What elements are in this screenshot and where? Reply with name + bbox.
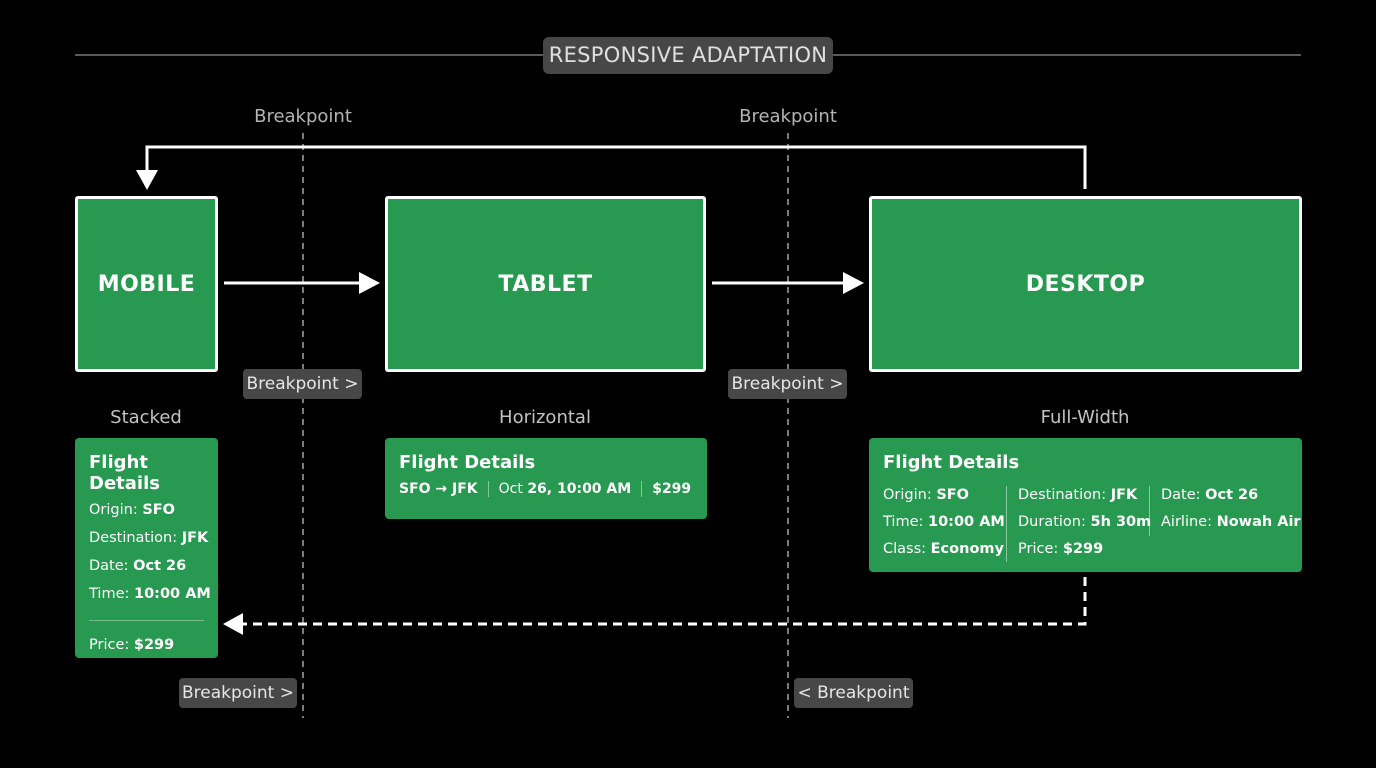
column-divider	[1006, 486, 1007, 562]
breakpoint-pill-bottom-right: < Breakpoint	[794, 678, 913, 708]
row-destination: Destination: JFK	[1018, 487, 1138, 503]
route: SFO → JFK	[399, 481, 478, 497]
desktop-col-1: Origin: SFO Time: 10:00 AM Class: Econom…	[883, 482, 1005, 563]
arrowhead-desktop	[843, 272, 864, 294]
tablet-box: TABLET	[385, 196, 706, 372]
row-class: Class: Economy	[883, 541, 1004, 557]
row-origin: Origin: SFO	[883, 487, 970, 503]
row-destination: Destination: JFK	[89, 530, 209, 546]
arrowhead-mobile-top	[136, 170, 158, 190]
row-date: Date: Oct 26	[89, 558, 187, 574]
row-price: Price: $299	[89, 637, 175, 653]
breakpoint-pill-bottom-left: Breakpoint >	[179, 678, 297, 708]
breakpoint-label-top-left: Breakpoint	[254, 106, 352, 127]
arrowhead-tablet	[359, 272, 380, 294]
arrowhead-mobile-card	[223, 613, 243, 635]
separator	[487, 481, 489, 497]
return-path-bottom	[242, 577, 1087, 626]
desktop-col-3: Date: Oct 26 Airline: Nowah Air	[1161, 482, 1301, 536]
card-title: Flight Details	[399, 452, 536, 473]
card-title: Flight Details	[883, 452, 1020, 473]
breakpoint-pill-mid-right: Breakpoint >	[728, 369, 847, 399]
price: $299	[652, 481, 692, 497]
diagram-title: RESPONSIVE ADAPTATION	[543, 37, 833, 74]
breakpoint-label-top-right: Breakpoint	[739, 106, 837, 127]
tablet-summary-row: SFO → JFK Oct 26, 10:00 AM $299	[399, 475, 707, 503]
layout-caption-desktop: Full-Width	[1040, 407, 1130, 428]
mobile-box: MOBILE	[75, 196, 218, 372]
desktop-flight-card: Flight Details Origin: SFO Time: 10:00 A…	[869, 438, 1302, 572]
desktop-box: DESKTOP	[869, 196, 1302, 372]
layout-caption-mobile: Stacked	[110, 407, 182, 428]
row-origin: Origin: SFO	[89, 502, 176, 518]
breakpoint-pill-mid-left: Breakpoint >	[243, 369, 362, 399]
return-path-top	[145, 145, 1087, 189]
separator	[641, 481, 643, 497]
tablet-flight-card: Flight Details SFO → JFK Oct 26, 10:00 AM…	[385, 438, 707, 519]
row-duration: Duration: 5h 30m	[1018, 514, 1152, 530]
card-title: Flight Details	[89, 452, 160, 494]
row-airline: Airline: Nowah Air	[1161, 514, 1301, 530]
card-divider	[89, 620, 204, 621]
row-date: Date: Oct 26	[1161, 487, 1259, 503]
row-price: Price: $299	[1018, 541, 1104, 557]
column-divider	[1149, 486, 1150, 536]
row-time: Time: 10:00 AM	[89, 586, 211, 602]
row-time: Time: 10:00 AM	[883, 514, 1005, 530]
mobile-flight-card: Flight Details Origin: SFO Destination: …	[75, 438, 218, 658]
desktop-col-2: Destination: JFK Duration: 5h 30m Price:…	[1018, 482, 1151, 563]
layout-caption-tablet: Horizontal	[499, 407, 591, 428]
datetime: Oct 26, 10:00 AM	[498, 481, 632, 497]
